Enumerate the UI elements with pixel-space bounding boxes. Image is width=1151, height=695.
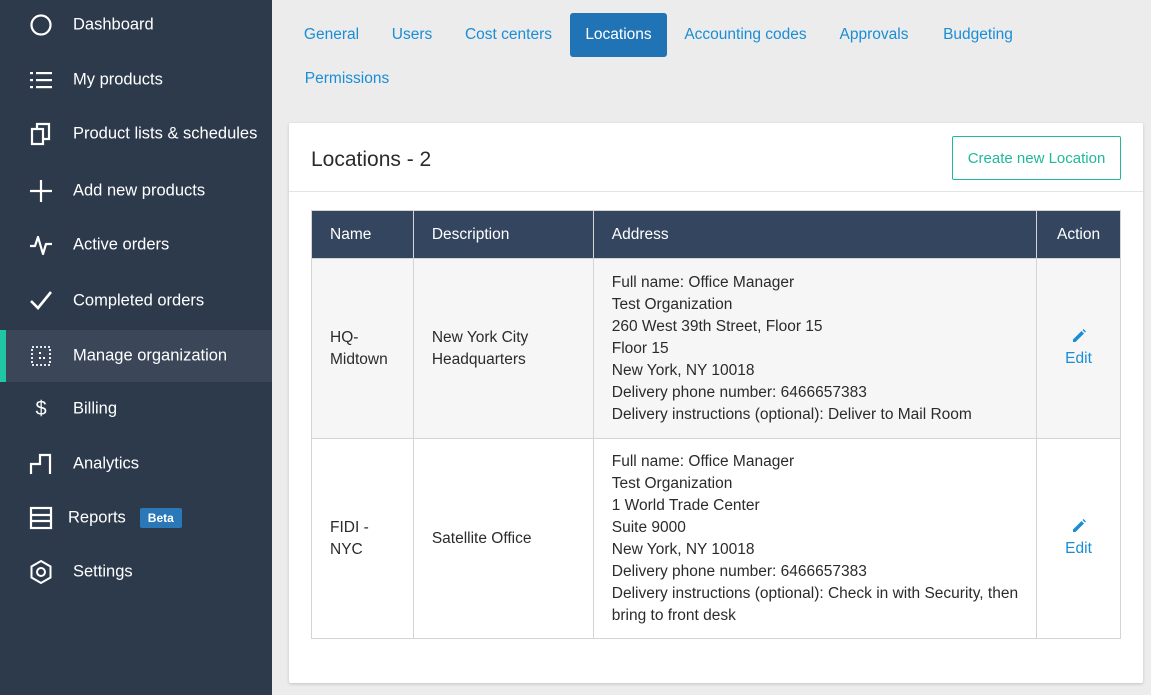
sidebar-item-label: Active orders: [73, 235, 170, 254]
pencil-icon: [1072, 518, 1086, 532]
location-address-cell: Full name: Office Manager Test Organizat…: [592, 258, 1038, 439]
edit-location-button[interactable]: Edit: [1065, 328, 1092, 370]
column-header-action: Action: [1036, 210, 1121, 259]
sidebar-item-label: Dashboard: [73, 15, 154, 34]
reports-icon: [28, 505, 54, 531]
page-title: Locations - 2: [311, 148, 432, 171]
sidebar-item-label: Reports Beta: [68, 508, 182, 528]
sidebar-item-my-products[interactable]: My products: [0, 57, 272, 103]
column-header-name: Name: [311, 210, 414, 259]
pulse-icon: [28, 232, 54, 258]
sidebar-item-label: Billing: [73, 399, 118, 418]
gear-icon: [28, 559, 54, 585]
tab-locations[interactable]: Locations: [570, 13, 667, 57]
sidebar-item-completed-orders[interactable]: Completed orders: [0, 278, 272, 324]
circle-icon: [28, 12, 54, 38]
table-row: FIDI - NYC Satellite Office Full name: O…: [311, 438, 1121, 639]
card-header: Locations - 2 Create new Location: [289, 123, 1143, 192]
tab-budgeting[interactable]: Budgeting: [930, 13, 1026, 57]
sidebar-item-manage-organization[interactable]: Manage organization: [0, 330, 272, 382]
location-name-cell: HQ- Midtown: [311, 258, 414, 439]
tab-general[interactable]: General: [291, 13, 372, 57]
sidebar: Dashboard My products Product lists & sc…: [0, 0, 272, 695]
list-icon: [28, 67, 54, 93]
tab-permissions[interactable]: Permissions: [293, 57, 401, 101]
sidebar-item-label: My products: [73, 70, 163, 89]
location-description-cell: New York City Headquarters: [412, 258, 594, 439]
column-header-address: Address: [592, 210, 1038, 259]
dollar-icon: $: [35, 397, 47, 420]
table-header-row: Name Description Address Action: [311, 210, 1121, 259]
check-icon: [28, 288, 54, 314]
sidebar-item-active-orders[interactable]: Active orders: [0, 222, 272, 268]
edit-label: Edit: [1065, 349, 1092, 367]
column-header-description: Description: [412, 210, 594, 259]
create-location-button[interactable]: Create new Location: [952, 136, 1121, 180]
copy-icon: [28, 121, 54, 147]
location-action-cell: Edit: [1036, 438, 1121, 639]
tab-accounting-codes[interactable]: Accounting codes: [675, 13, 816, 57]
tab-cost-centers[interactable]: Cost centers: [452, 13, 565, 57]
edit-label: Edit: [1065, 539, 1092, 557]
sidebar-item-reports[interactable]: Reports Beta: [0, 495, 272, 541]
location-address-cell: Full name: Office Manager Test Organizat…: [592, 438, 1038, 639]
locations-table: Name Description Address Action HQ- Midt…: [311, 210, 1121, 639]
sidebar-item-label: Settings: [73, 562, 133, 581]
location-action-cell: Edit: [1036, 258, 1121, 439]
sidebar-item-add-new-products[interactable]: Add new products: [0, 168, 272, 214]
sidebar-item-label: Manage organization: [73, 346, 228, 365]
beta-badge: Beta: [139, 508, 182, 528]
table-row: HQ- Midtown New York City Headquarters F…: [311, 258, 1121, 439]
plus-icon: [28, 178, 54, 204]
sidebar-item-label: Add new products: [73, 181, 206, 200]
location-description-cell: Satellite Office: [412, 438, 594, 639]
sidebar-item-billing[interactable]: $ Billing: [0, 386, 272, 432]
edit-location-button[interactable]: Edit: [1065, 518, 1092, 560]
sidebar-item-product-lists[interactable]: Product lists & schedules: [0, 111, 272, 157]
tab-users[interactable]: Users: [380, 13, 444, 57]
analytics-icon: [28, 451, 54, 477]
sidebar-item-analytics[interactable]: Analytics: [0, 441, 272, 487]
sidebar-item-label: Completed orders: [73, 291, 205, 310]
pencil-icon: [1072, 328, 1086, 342]
tab-approvals[interactable]: Approvals: [828, 13, 920, 57]
sidebar-item-label: Product lists & schedules: [73, 124, 258, 143]
location-name-cell: FIDI - NYC: [311, 438, 414, 639]
sidebar-item-settings[interactable]: Settings: [0, 549, 272, 595]
sidebar-item-dashboard[interactable]: Dashboard: [0, 2, 272, 48]
organization-icon: [28, 343, 54, 369]
sidebar-item-label: Analytics: [73, 454, 140, 473]
